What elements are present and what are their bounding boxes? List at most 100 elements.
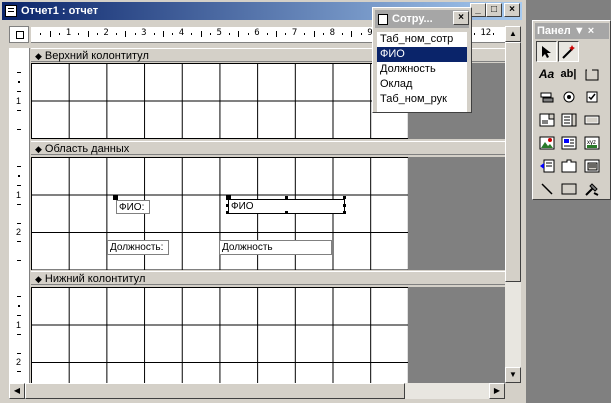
size-handle[interactable] [343,204,346,207]
field-list[interactable]: Таб_ном_сотр ФИО Должность Оклад Таб_ном… [377,32,467,112]
ruler-tick [313,31,315,37]
scroll-down-button[interactable]: ▼ [505,367,521,383]
section-detail-bar[interactable]: ◆ Область данных [31,141,505,155]
ruler-tick [134,33,136,35]
ruler-tick [17,203,21,205]
ruler-number: 1 [16,319,22,330]
field-list-item[interactable]: Оклад [377,77,467,92]
ruler-number: 1 [65,28,72,38]
label-icon[interactable]: Aa [536,64,557,85]
subform-icon[interactable] [581,156,602,177]
ruler-number: 1 [16,95,22,106]
close-button[interactable]: × [504,3,520,17]
field-list-titlebar[interactable]: Сотру... × [375,10,469,28]
header-section-grid[interactable] [31,63,408,139]
page-break-icon[interactable] [536,156,557,177]
tab-control-icon[interactable] [558,156,579,177]
ruler-tick [17,72,21,73]
size-grip[interactable] [505,383,521,399]
size-handle[interactable] [226,204,229,207]
more-controls-icon[interactable] [581,179,602,200]
ruler-tick [17,260,21,261]
ruler-tick [304,33,306,35]
combobox-icon[interactable] [536,110,557,131]
footer-gray-area [408,287,505,383]
ruler-number: 8 [329,28,336,38]
scroll-thumb[interactable] [505,42,521,282]
vertical-scrollbar[interactable]: ▲ ▼ [505,26,521,383]
maximize-button[interactable]: □ [486,3,502,17]
rectangle-icon[interactable] [558,179,579,200]
footer-section-grid[interactable] [31,287,408,383]
ruler-tick [172,33,174,35]
checkbox-icon[interactable] [581,87,602,108]
select-objects-icon[interactable] [536,41,557,62]
section-footer-bar[interactable]: ◆ Нижний колонтитул [31,271,505,285]
ruler-tick [125,31,127,37]
frame-icon[interactable] [581,64,602,85]
scroll-up-button[interactable]: ▲ [505,26,521,42]
toolbox-titlebar[interactable]: Панел ▼ × [535,23,609,39]
size-handle[interactable] [285,196,288,199]
ruler-tick [228,33,230,35]
ruler-number: 2 [16,357,22,367]
listbox-icon[interactable] [558,110,579,131]
size-handle[interactable] [343,196,346,199]
label-fio[interactable]: ФИО: [116,200,150,214]
wizard-icon[interactable] [558,41,579,62]
ruler-tick [17,109,21,111]
textbox-icon[interactable]: ab| [558,64,579,85]
option-button-icon[interactable] [558,87,579,108]
ruler-tick [17,315,21,316]
ruler-tick [18,305,20,307]
ruler-tick [59,33,61,35]
field-list-window: Сотру... × Таб_ном_сотр ФИО Должность Ок… [372,7,472,113]
ruler-tick [17,241,21,242]
unbound-object-icon[interactable] [558,133,579,154]
ruler-number: 1 [16,189,22,200]
ruler-tick [17,296,21,297]
ruler-tick [162,31,164,37]
window-title: Отчет1 : отчет [21,5,99,17]
scroll-right-button[interactable]: ▶ [489,383,505,399]
ruler-tick [323,33,325,35]
field-list-item[interactable]: Таб_ном_рук [377,92,467,107]
size-handle[interactable] [285,211,288,214]
ruler-tick [17,352,21,354]
field-list-item[interactable]: Таб_ном_сотр [377,32,467,47]
ruler-number: 12 [480,28,492,38]
ruler-tick [17,333,21,335]
size-handle[interactable] [343,211,346,214]
ruler-tick [342,33,344,35]
section-arrow-icon: ◆ [35,51,42,61]
ruler-tick [238,31,240,37]
size-handle[interactable] [226,211,229,214]
textbox-position[interactable]: Должность [219,240,332,255]
ruler-tick [200,31,202,37]
move-handle[interactable] [226,195,231,200]
bound-object-icon[interactable]: xyz [581,133,602,154]
ruler-tick [17,166,21,167]
vertical-ruler[interactable]: 1 1 2 1 2 [9,48,30,391]
field-list-item[interactable]: Должность [377,62,467,77]
horizontal-scrollbar[interactable]: ◀ ▶ [9,383,505,399]
ruler-number: 5 [216,28,222,38]
minimize-button[interactable]: _ [470,3,486,17]
detail-gray-area [408,157,505,270]
field-list-close-button[interactable]: × [453,11,469,25]
scroll-thumb-h[interactable] [25,383,405,399]
section-detail-label: Область данных [44,143,130,155]
line-icon[interactable] [536,179,557,200]
ruler-tick [18,175,20,177]
toggle-button-icon[interactable] [536,87,557,108]
ruler-number: 2 [103,28,109,38]
ruler-tick [266,33,268,35]
ruler-corner[interactable] [9,26,29,43]
move-handle[interactable] [113,195,118,200]
scroll-left-button[interactable]: ◀ [9,383,25,399]
command-button-icon[interactable] [581,110,602,131]
ruler-tick [87,31,89,37]
field-list-item[interactable]: ФИО [377,47,467,62]
image-icon[interactable] [536,133,557,154]
label-position[interactable]: Должность: [107,240,169,255]
